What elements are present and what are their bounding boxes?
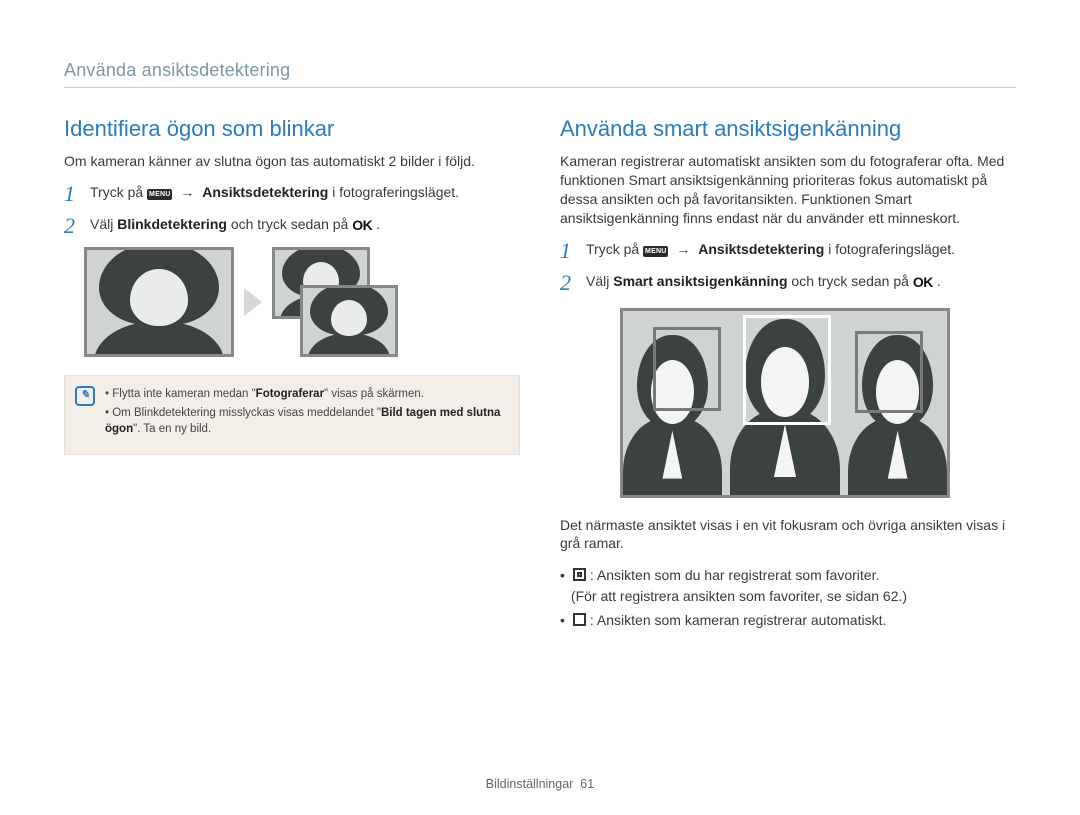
left-title: Identifiera ögon som blinkar [64,116,520,142]
group-faces-image [620,308,950,498]
menu-icon: MENU [643,246,668,257]
step-number: 1 [64,183,82,205]
bold-label: Blinkdetektering [117,216,227,232]
text: Tryck på [586,241,643,257]
bullet-icon [560,610,565,630]
bold-label: Ansiktsdetektering [202,184,328,200]
note-item: Om Blinkdetektering misslyckas visas med… [105,405,505,438]
focus-frame-gray [653,327,721,411]
step-number: 2 [560,272,578,294]
step-number: 1 [560,240,578,262]
menu-icon: MENU [147,189,172,200]
step-text: Välj Blinkdetektering och tryck sedan på… [90,215,520,236]
bullet-icon [560,565,565,606]
text: Tryck på [90,184,147,200]
text: Om Blinkdetektering misslyckas visas med… [112,407,381,419]
note-box: ✎ Flytta inte kameran medan "Fotografera… [64,375,520,455]
legend-item: : Ansikten som du har registrerat som fa… [560,565,1016,606]
ok-icon: OK [913,273,933,293]
right-step-2: 2 Välj Smart ansiktsigenkänning och tryc… [560,272,1016,294]
text: : Ansikten som kameran registrerar autom… [590,612,886,628]
breadcrumb: Använda ansiktsdetektering [64,60,1016,88]
auto-frame-icon [573,613,586,626]
text: och tryck sedan på [791,273,912,289]
text: i fotograferingsläget. [332,184,459,200]
text: ". Ta en ny bild. [133,423,211,435]
legend-list: : Ansikten som du har registrerat som fa… [560,565,1016,630]
step-text: Tryck på MENU → Ansiktsdetektering i fot… [586,240,1016,260]
left-step-2: 2 Välj Blinkdetektering och tryck sedan … [64,215,520,237]
blink-example-images [84,247,520,357]
page-footer: Bildinställningar 61 [0,777,1080,791]
step-text: Tryck på MENU → Ansiktsdetektering i fot… [90,183,520,203]
footer-page-number: 61 [580,777,594,791]
note-icon: ✎ [75,386,95,406]
left-step-1: 1 Tryck på MENU → Ansiktsdetektering i f… [64,183,520,205]
right-step-1: 1 Tryck på MENU → Ansiktsdetektering i f… [560,240,1016,262]
text: " visas på skärmen. [324,388,424,400]
arrow-icon: → [672,241,694,257]
focus-frame-gray [855,331,923,413]
arrow-icon: → [176,184,198,200]
text: och tryck sedan på [231,216,352,232]
favorite-frame-icon [573,568,586,581]
text: i fotograferingsläget. [828,241,955,257]
text: : Ansikten som du har registrerat som fa… [590,567,879,583]
right-column: Använda smart ansiktsigenkänning Kameran… [560,116,1016,634]
text: . [937,273,941,289]
bold-label: Ansiktsdetektering [698,241,824,257]
left-intro: Om kameran känner av slutna ögon tas aut… [64,152,520,171]
content-columns: Identifiera ögon som blinkar Om kameran … [64,116,1016,634]
bold-label: Fotograferar [256,388,324,400]
right-title: Använda smart ansiktsigenkänning [560,116,1016,142]
text: Välj [90,216,117,232]
text: . [376,216,380,232]
example-photo-large [84,247,234,357]
after-image-text: Det närmaste ansiktet visas i en vit fok… [560,516,1016,554]
left-column: Identifiera ögon som blinkar Om kameran … [64,116,520,634]
focus-frame-white [743,315,831,425]
step-number: 2 [64,215,82,237]
legend-item: : Ansikten som kameran registrerar autom… [560,610,1016,630]
text: Flytta inte kameran medan " [112,388,255,400]
note-item: Flytta inte kameran medan "Fotograferar"… [105,386,505,403]
example-photo-small [300,285,398,357]
text: (För att registrera ansikten som favorit… [571,588,907,604]
ok-icon: OK [352,216,372,236]
step-text: Välj Smart ansiktsigenkänning och tryck … [586,272,1016,293]
note-list: Flytta inte kameran medan "Fotograferar"… [105,386,505,440]
bold-label: Smart ansiktsigenkänning [613,273,787,289]
example-photo-stack [272,247,398,357]
footer-label: Bildinställningar [486,777,574,791]
text: Välj [586,273,613,289]
right-intro: Kameran registrerar automatiskt ansikten… [560,152,1016,228]
arrow-right-icon [244,288,262,316]
